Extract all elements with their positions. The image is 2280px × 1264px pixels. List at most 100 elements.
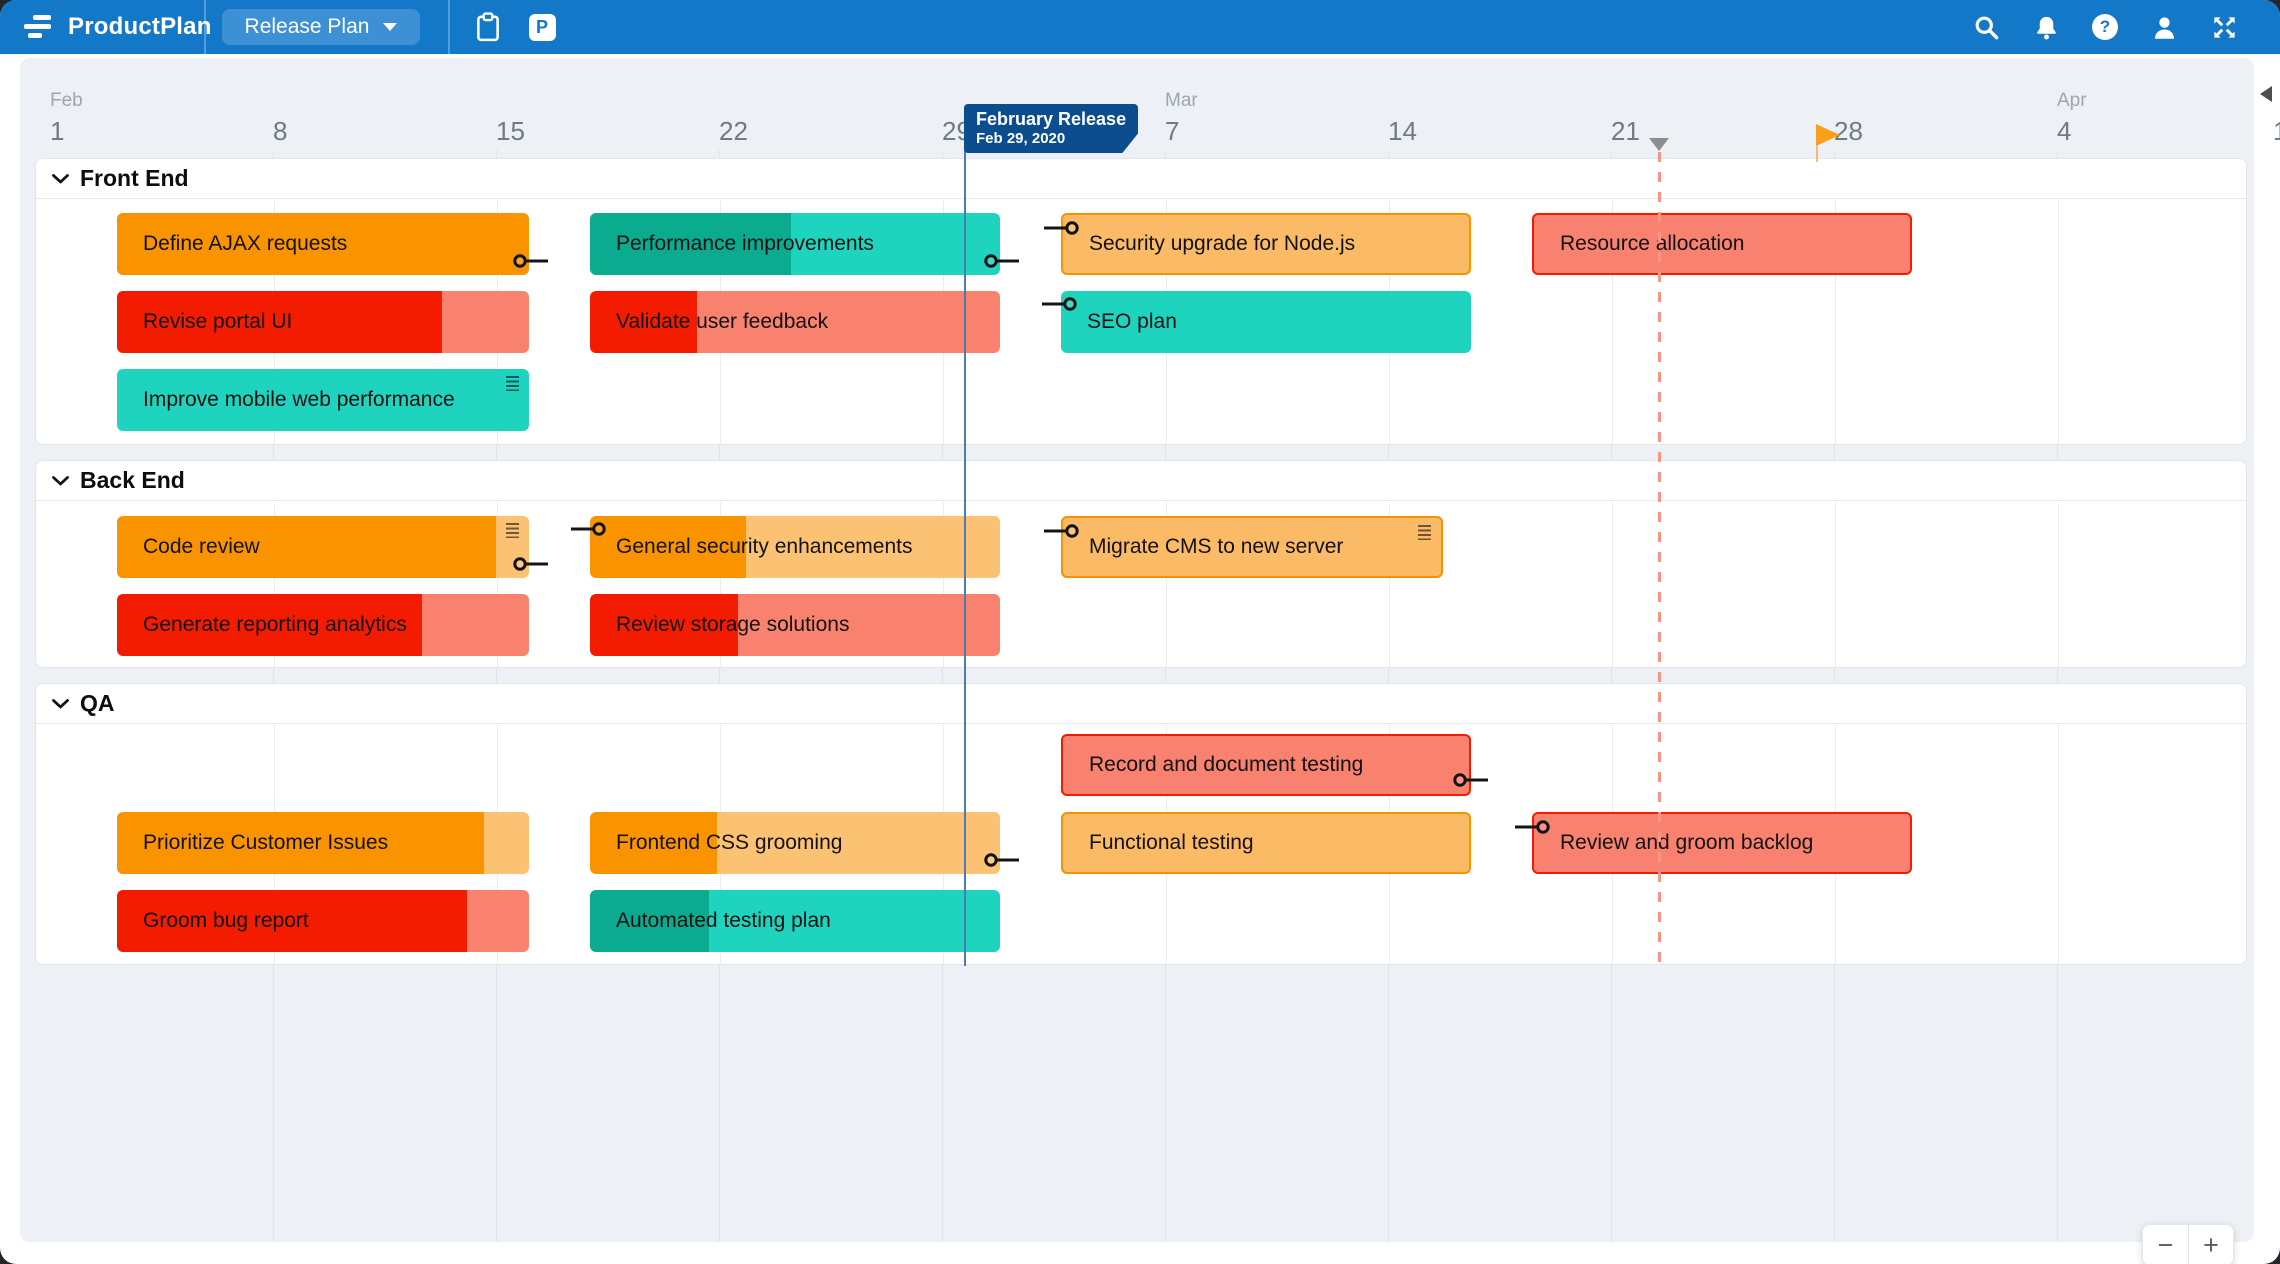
timeline-date-label: 7 xyxy=(1165,116,1180,146)
roadmap-bar[interactable]: Improve mobile web performance xyxy=(117,369,529,431)
dependency-connector-icon[interactable] xyxy=(1514,818,1552,836)
lane-card: Back End Code review General security enha… xyxy=(35,460,2247,668)
help-icon[interactable]: ? xyxy=(2091,13,2119,41)
bar-label: Prioritize Customer Issues xyxy=(143,831,389,854)
bar-label: Resource allocation xyxy=(1560,232,1745,255)
timeline-date-label: 22 xyxy=(719,116,748,146)
roadmap-bar[interactable]: SEO plan xyxy=(1042,291,1471,353)
roadmap-bar[interactable]: Performance improvements xyxy=(590,213,1019,275)
roadmap-bar[interactable]: Validate user feedback xyxy=(590,291,1000,353)
dependency-connector-icon[interactable] xyxy=(982,252,1020,270)
timeline-date-label: 11 xyxy=(2273,116,2280,147)
bar-label: Migrate CMS to new server xyxy=(1089,535,1344,558)
brand-title: ProductPlan xyxy=(68,13,212,40)
lane-card: Front End Define AJAX requests Performance… xyxy=(35,158,2247,445)
bar-label: Define AJAX requests xyxy=(143,232,348,255)
app-window: ProductPlan Release Plan P ? February Re… xyxy=(0,0,2280,1264)
lane-title: Front End xyxy=(80,165,189,191)
today-dashed-line xyxy=(1658,152,1661,966)
timeline-date-label: 4 xyxy=(2057,116,2072,146)
bar-label: Review storage solutions xyxy=(616,613,850,636)
bar-label: Security upgrade for Node.js xyxy=(1089,232,1356,255)
lane-header-qa[interactable]: QA xyxy=(36,684,2246,724)
roadmap-bar[interactable]: General security enhancements xyxy=(571,516,1000,578)
timeline-month-label: Mar xyxy=(1165,90,1198,111)
drag-grip-icon xyxy=(506,523,519,538)
bar-label: Automated testing plan xyxy=(616,909,831,932)
top-navigation-bar: ProductPlan Release Plan P ? xyxy=(0,0,2280,54)
dependency-connector-icon[interactable] xyxy=(511,555,549,573)
bar-label: SEO plan xyxy=(1087,310,1177,333)
roadmap-bar[interactable]: Functional testing xyxy=(1061,812,1471,874)
zoom-in-button[interactable]: + xyxy=(2188,1224,2234,1264)
roadmap-bar[interactable]: Frontend CSS grooming xyxy=(590,812,1019,874)
roadmap-bar[interactable]: Record and document testing xyxy=(1061,734,1488,796)
lane-title: Back End xyxy=(80,467,185,493)
roadmap-bar[interactable]: Prioritize Customer Issues xyxy=(117,812,529,874)
user-account-icon[interactable] xyxy=(2150,13,2178,41)
roadmap-bar[interactable]: Security upgrade for Node.js xyxy=(1044,213,1471,275)
timeline-date-label: 21 xyxy=(1611,116,1640,146)
timeline-month-label: Feb xyxy=(50,90,83,111)
release-marker-badge[interactable]: February Release Feb 29, 2020 xyxy=(964,104,1139,153)
expand-fullscreen-icon[interactable] xyxy=(2210,13,2238,41)
dependency-connector-icon[interactable] xyxy=(1043,522,1081,540)
plan-selector-button[interactable]: Release Plan xyxy=(222,9,420,45)
parking-lot-icon[interactable]: P xyxy=(528,13,556,41)
divider xyxy=(204,0,206,54)
lane-header-back-end[interactable]: Back End xyxy=(36,461,2246,501)
bar-label: Improve mobile web performance xyxy=(143,388,455,411)
week-gridline xyxy=(2058,200,2059,444)
roadmap-bar[interactable]: Review and groom backlog xyxy=(1515,812,1912,874)
week-gridline xyxy=(1835,502,1836,667)
bar-label: Review and groom backlog xyxy=(1560,831,1814,854)
dependency-connector-icon[interactable] xyxy=(1041,295,1079,313)
timeline-date-label: 14 xyxy=(1388,116,1417,146)
roadmap-bar[interactable]: Define AJAX requests xyxy=(117,213,548,275)
bar-label: Frontend CSS grooming xyxy=(616,831,843,854)
bar-label: Generate reporting analytics xyxy=(143,613,407,636)
timeline-date-label: 8 xyxy=(273,116,288,146)
bar-label: General security enhancements xyxy=(616,535,913,558)
chevron-down-icon xyxy=(52,475,69,486)
timeline-date-label: 1 xyxy=(50,116,65,146)
chevron-down-icon xyxy=(52,173,69,184)
bar-label: Revise portal UI xyxy=(143,310,293,333)
bar-label: Functional testing xyxy=(1089,831,1254,854)
notifications-bell-icon[interactable] xyxy=(2032,13,2060,41)
bar-label: Validate user feedback xyxy=(616,310,829,333)
dependency-connector-icon[interactable] xyxy=(511,252,549,270)
roadmap-bar[interactable]: Automated testing plan xyxy=(590,890,1000,952)
roadmap-bar[interactable]: Resource allocation xyxy=(1532,213,1912,275)
divider xyxy=(448,0,450,54)
week-gridline xyxy=(2058,502,2059,667)
dependency-connector-icon[interactable] xyxy=(1043,219,1081,237)
clipboard-icon[interactable] xyxy=(474,12,502,42)
roadmap-bar[interactable]: Generate reporting analytics xyxy=(117,594,529,656)
milestone-flag-icon[interactable] xyxy=(1816,124,1840,146)
roadmap-bar[interactable]: Review storage solutions xyxy=(590,594,1000,656)
search-icon[interactable] xyxy=(1972,13,2000,41)
lane-header-front-end[interactable]: Front End xyxy=(36,159,2246,199)
zoom-out-button[interactable]: − xyxy=(2142,1224,2188,1264)
roadmap-bar[interactable]: Groom bug report xyxy=(117,890,529,952)
dependency-connector-icon[interactable] xyxy=(1451,771,1489,789)
timeline-date-label: 15 xyxy=(496,116,525,146)
zoom-controls: − + xyxy=(2142,1224,2234,1264)
roadmap-bar[interactable]: Migrate CMS to new server xyxy=(1044,516,1443,578)
productplan-logo-icon xyxy=(24,13,60,41)
drag-grip-icon xyxy=(1418,525,1431,540)
roadmap-bar[interactable]: Revise portal UI xyxy=(117,291,529,353)
bar-label: Record and document testing xyxy=(1089,753,1364,776)
roadmap-canvas: February Release Feb 29, 2020 − + Feb Mar… xyxy=(20,58,2280,1264)
week-gridline xyxy=(2058,725,2059,964)
release-marker-date: Feb 29, 2020 xyxy=(976,130,1066,147)
dependency-connector-icon[interactable] xyxy=(570,520,608,538)
scroll-left-arrow-icon[interactable] xyxy=(2260,86,2272,102)
dependency-connector-icon[interactable] xyxy=(982,851,1020,869)
roadmap-bar[interactable]: Code review xyxy=(117,516,548,578)
drag-grip-icon xyxy=(506,376,519,391)
today-marker-handle[interactable] xyxy=(1649,138,1669,151)
release-marker-title: February Release xyxy=(976,109,1127,129)
lane-card: QA Record and document testing Prioritize … xyxy=(35,683,2247,965)
